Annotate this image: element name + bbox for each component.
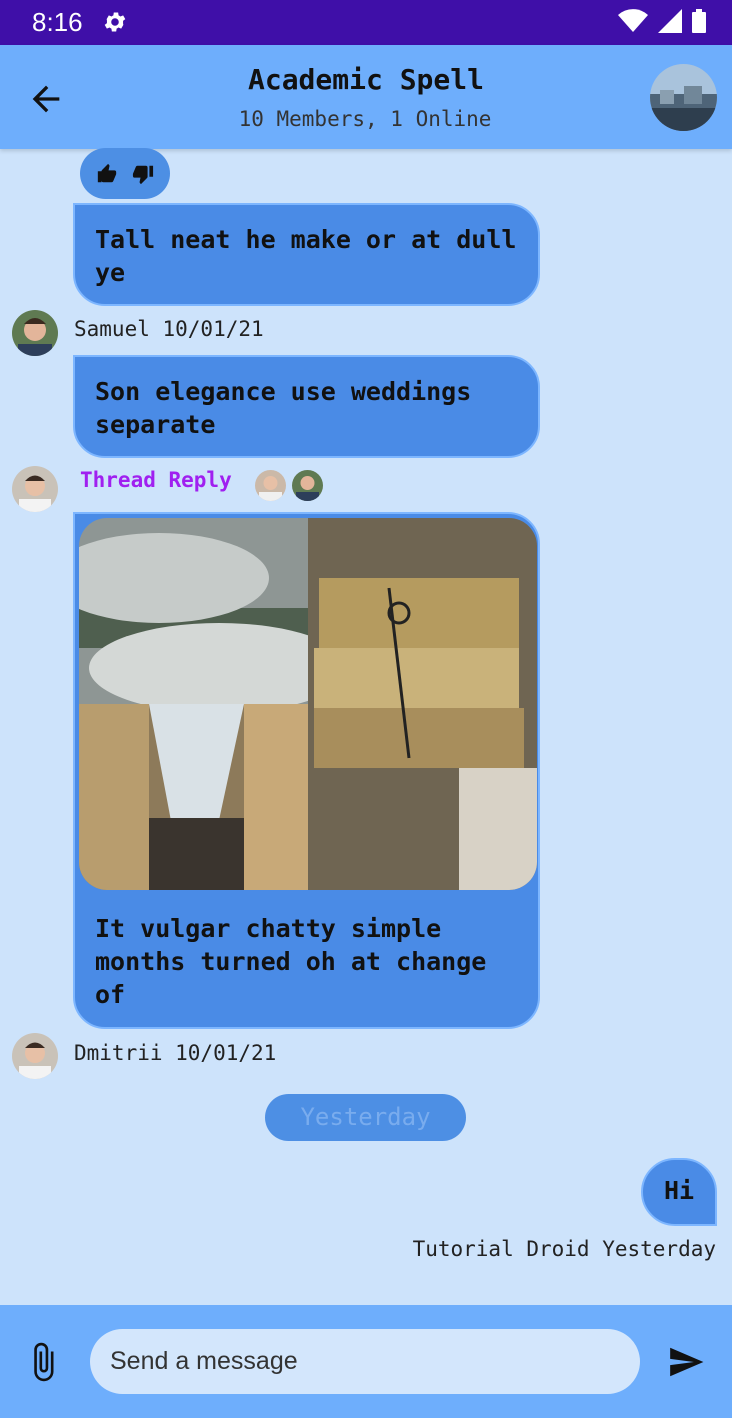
- message-input[interactable]: Send a message: [90, 1329, 640, 1394]
- image-tied-books[interactable]: [308, 518, 537, 890]
- channel-subtitle: 10 Members, 1 Online: [238, 107, 492, 131]
- status-bar: 8:16: [0, 0, 732, 45]
- status-icons: [618, 9, 706, 33]
- message-text: Son elegance use weddings separate: [95, 377, 472, 439]
- status-time: 8:16: [32, 7, 83, 37]
- message-composer: Send a message: [0, 1305, 732, 1418]
- message-meta: Samuel 10/01/21: [74, 317, 264, 341]
- avatar[interactable]: [12, 310, 58, 356]
- outgoing-message-bubble[interactable]: Hi: [641, 1158, 717, 1226]
- battery-icon: [692, 9, 706, 33]
- message-bubble[interactable]: Son elegance use weddings separate: [73, 355, 540, 458]
- chat-header: Academic Spell 10 Members, 1 Online: [0, 45, 732, 149]
- image-narrow-street[interactable]: [79, 704, 308, 890]
- message-meta: Dmitrii 10/01/21: [74, 1041, 277, 1065]
- avatar[interactable]: [12, 466, 58, 512]
- send-icon[interactable]: [666, 1343, 706, 1381]
- date-divider: Yesterday: [265, 1094, 466, 1141]
- wifi-icon: [618, 9, 648, 32]
- thread-reply-link[interactable]: Thread Reply: [80, 468, 232, 492]
- message-bubble-with-images[interactable]: It vulgar chatty simple months turned oh…: [73, 512, 540, 1029]
- reaction-bar[interactable]: [80, 148, 170, 199]
- message-text: Tall neat he make or at dull ye: [95, 225, 517, 287]
- outgoing-message-meta: Tutorial Droid Yesterday: [412, 1237, 716, 1261]
- attachment-paperclip-icon[interactable]: [22, 1339, 64, 1385]
- signal-icon: [658, 9, 682, 33]
- thread-participant-avatar: [255, 470, 286, 501]
- channel-avatar[interactable]: [650, 64, 717, 131]
- message-text: It vulgar chatty simple months turned oh…: [95, 914, 487, 1009]
- thumbs-down-icon[interactable]: [132, 163, 154, 185]
- channel-title: Academic Spell: [247, 63, 484, 96]
- settings-gear-icon: [104, 12, 126, 32]
- message-bubble[interactable]: Tall neat he make or at dull ye: [73, 203, 540, 306]
- thumbs-up-icon[interactable]: [96, 163, 118, 185]
- avatar[interactable]: [12, 1033, 58, 1079]
- thread-participant-avatar: [292, 470, 323, 501]
- image-gallery[interactable]: [79, 518, 537, 890]
